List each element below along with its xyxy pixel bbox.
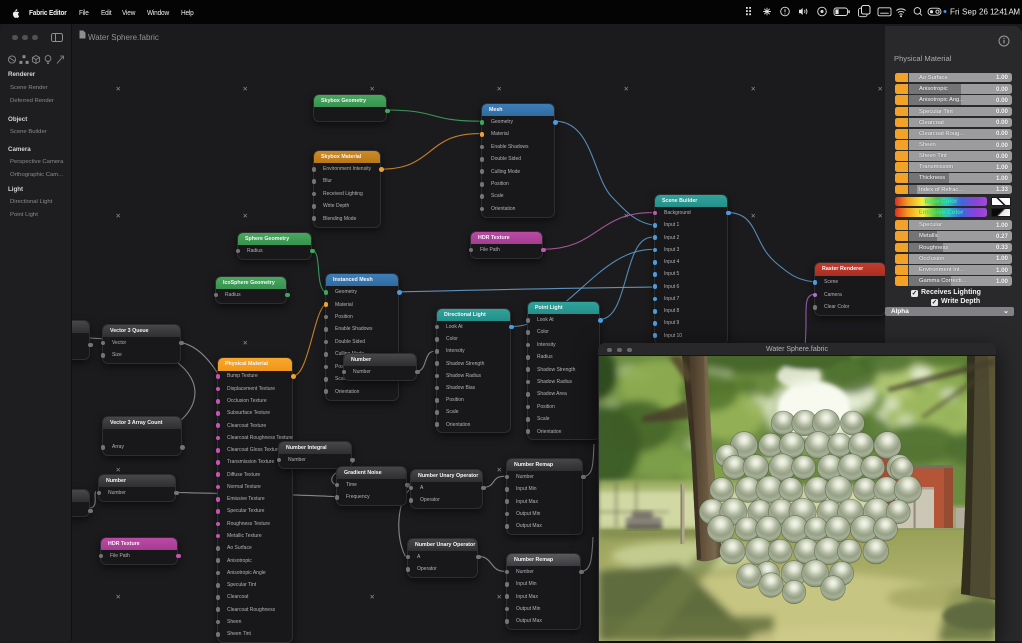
svg-text:12:41 AM: 12:41 AM xyxy=(990,8,1020,17)
svg-text:Fri Sep 26: Fri Sep 26 xyxy=(950,8,989,17)
